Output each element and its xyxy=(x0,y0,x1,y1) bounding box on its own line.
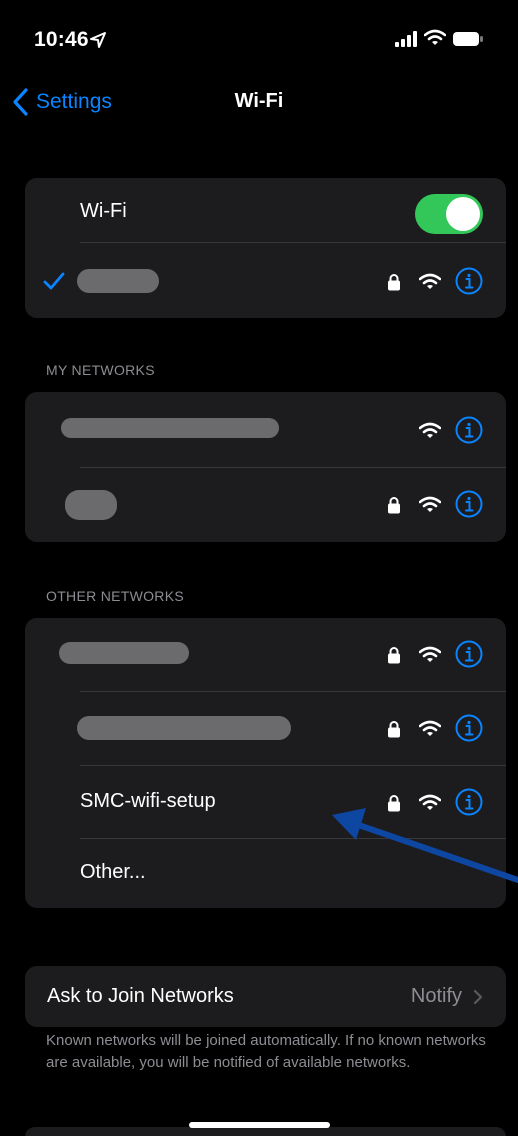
redacted-network-name xyxy=(77,269,159,293)
lock-icon xyxy=(388,795,400,812)
wifi-icon xyxy=(419,794,441,810)
other-networks-group: SMC-wifi-setup Other... xyxy=(25,618,506,908)
wifi-toggle-label: Wi-Fi xyxy=(80,200,127,222)
status-time: 10:46 xyxy=(34,28,89,51)
toggle-knob xyxy=(446,197,480,231)
my-network-row[interactable] xyxy=(25,392,506,467)
redacted-network-name xyxy=(77,716,291,740)
redacted-network-name xyxy=(65,490,117,520)
lock-icon xyxy=(388,497,400,514)
info-icon[interactable] xyxy=(455,267,483,295)
wifi-icon xyxy=(419,422,441,438)
my-networks-group xyxy=(25,392,506,542)
other-network-row[interactable] xyxy=(25,692,506,765)
other-networks-header: OTHER NETWORKS xyxy=(46,588,184,604)
ask-to-join-row[interactable]: Ask to Join Networks Notify xyxy=(25,966,506,1027)
info-icon[interactable] xyxy=(455,788,483,816)
redacted-network-name xyxy=(61,418,279,438)
battery-icon xyxy=(453,32,483,46)
connected-network-row[interactable] xyxy=(25,243,506,318)
wifi-icon xyxy=(419,646,441,662)
location-arrow-icon xyxy=(90,32,106,48)
next-group-edge xyxy=(25,1127,506,1136)
info-icon[interactable] xyxy=(455,490,483,518)
lock-icon xyxy=(388,721,400,738)
page-title: Wi-Fi xyxy=(234,90,284,112)
wifi-icon xyxy=(419,273,441,289)
redacted-network-name xyxy=(59,642,189,664)
other-network-join-row[interactable]: Other... xyxy=(25,839,506,908)
wifi-icon xyxy=(419,720,441,736)
wifi-toggle-row: Wi-Fi xyxy=(25,178,506,242)
ask-to-join-footer: Known networks will be joined automatica… xyxy=(46,1032,486,1071)
ask-to-join-group: Ask to Join Networks Notify xyxy=(25,966,506,1027)
my-network-row[interactable] xyxy=(25,468,506,542)
home-indicator[interactable] xyxy=(189,1122,330,1128)
cellular-signal-icon xyxy=(395,31,417,47)
lock-icon xyxy=(388,647,400,664)
wifi-icon xyxy=(419,496,441,512)
ask-to-join-value: Notify xyxy=(410,985,462,1007)
other-network-row[interactable] xyxy=(25,618,506,691)
network-name: SMC-wifi-setup xyxy=(80,790,216,812)
other-label: Other... xyxy=(80,861,146,883)
my-networks-header: MY NETWORKS xyxy=(46,362,155,378)
info-icon[interactable] xyxy=(455,416,483,444)
wifi-icon xyxy=(424,29,446,45)
wifi-group: Wi-Fi xyxy=(25,178,506,318)
lock-icon xyxy=(388,274,400,291)
wifi-toggle[interactable] xyxy=(415,194,483,234)
checkmark-icon xyxy=(43,272,65,290)
info-icon[interactable] xyxy=(455,714,483,742)
ask-to-join-label: Ask to Join Networks xyxy=(47,985,234,1007)
info-icon[interactable] xyxy=(455,640,483,668)
status-bar: 10:46 xyxy=(0,0,518,80)
network-row-smc-wifi-setup[interactable]: SMC-wifi-setup xyxy=(25,766,506,838)
chevron-right-icon xyxy=(473,989,483,1005)
